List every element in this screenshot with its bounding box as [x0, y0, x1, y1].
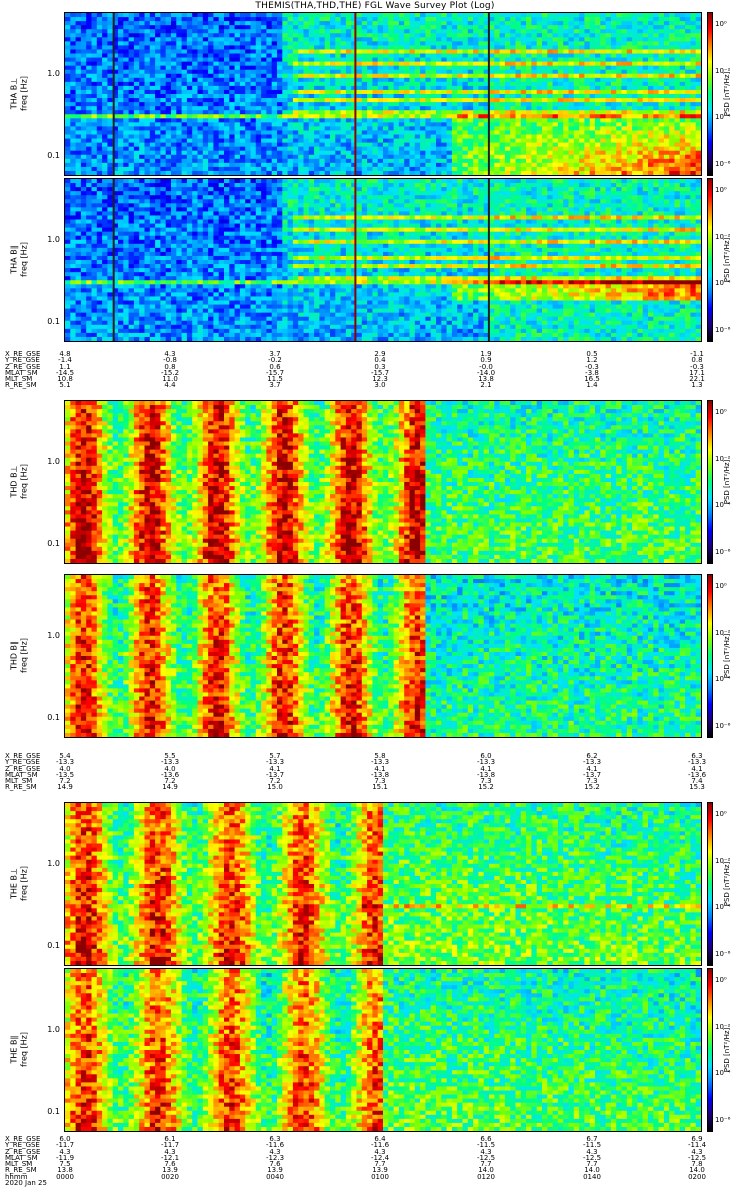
ephemeris-value: 5.1	[59, 382, 70, 389]
spectrogram-image	[64, 12, 702, 176]
colorbar-tick-label: 10⁰	[715, 408, 727, 416]
panel-freq-label: freq [Hz]	[20, 230, 29, 290]
panel-freq-label: freq [Hz]	[20, 626, 29, 686]
ephemeris-row: R_RE_SM 14.9 14.9 15.0 15.1 15.2 15.2 15.3	[0, 784, 750, 791]
freq-tick-label: 0.1	[30, 713, 60, 722]
ephemeris-value: 3.0	[374, 382, 385, 389]
colorbar	[707, 968, 713, 1132]
panel-sat-label: THD B∥	[10, 626, 19, 686]
freq-tick-label: 0.1	[30, 1107, 60, 1116]
ephemeris-block-2: X_RE_GSE 5.4 5.5 5.7 5.8 6.0 6.2 6.3 Y_RE_GSE -13…	[0, 752, 750, 791]
spectrogram-image	[64, 400, 702, 564]
colorbar-label: PSD [nT²/Hz]	[723, 616, 731, 696]
ephemeris-value: 14.9	[162, 784, 178, 791]
colorbar-tick-label: 10⁻⁶	[715, 326, 730, 334]
colorbar-label: PSD [nT²/Hz]	[723, 1010, 731, 1090]
ephemeris-row-name: R_RE_SM	[5, 382, 37, 389]
panel-sat-label: THD B⊥	[10, 452, 19, 512]
panel-freq-label: freq [Hz]	[20, 1020, 29, 1080]
ephemeris-value: 4.4	[164, 382, 175, 389]
colorbar-tick-label: 10⁻⁶	[715, 722, 730, 730]
ephemeris-block-3: X_RE_GSE 6.0 6.1 6.3 6.4 6.6 6.7 6.9 Y_RE_GSE -11…	[0, 1135, 750, 1186]
ephemeris-value: 15.0	[267, 784, 283, 791]
ephemeris-value: 2.1	[480, 382, 491, 389]
panel-freq-label: freq [Hz]	[20, 854, 29, 914]
freq-tick-label: 1.0	[30, 235, 60, 244]
panel-sat-label: THA B⊥	[10, 64, 19, 124]
ephemeris-value: 15.2	[478, 784, 494, 791]
ephemeris-value: 15.2	[584, 784, 600, 791]
ephemeris-value: 14.9	[57, 784, 73, 791]
spectrogram-image	[64, 178, 702, 342]
spectrogram-image	[64, 574, 702, 738]
ephemeris-row: 2020 Jan 25	[0, 1179, 750, 1186]
colorbar	[707, 178, 713, 342]
colorbar-tick-label: 10⁰	[715, 186, 727, 194]
ephemeris-value: 3.7	[269, 382, 280, 389]
freq-tick-label: 0.1	[30, 941, 60, 950]
ephemeris-value: 15.3	[689, 784, 705, 791]
ephemeris-row: R_RE_SM 5.1 4.4 3.7 3.0 2.1 1.4 1.3	[0, 382, 750, 389]
freq-tick-label: 0.1	[30, 151, 60, 160]
colorbar-tick-label: 10⁰	[715, 582, 727, 590]
plot-title: THEMIS(THA,THD,THE) FGL Wave Survey Plot…	[0, 1, 750, 11]
ephemeris-value: 1.3	[691, 382, 702, 389]
panel-freq-label: freq [Hz]	[20, 64, 29, 124]
colorbar-tick-label: 10⁻⁶	[715, 160, 730, 168]
panel-sat-label: THE B∥	[10, 1020, 19, 1080]
freq-tick-label: 1.0	[30, 69, 60, 78]
colorbar	[707, 574, 713, 738]
colorbar-tick-label: 10⁻⁶	[715, 950, 730, 958]
freq-tick-label: 0.1	[30, 317, 60, 326]
colorbar	[707, 12, 713, 176]
freq-tick-label: 1.0	[30, 457, 60, 466]
spectrogram-image	[64, 968, 702, 1132]
ephemeris-row-name: R_RE_SM	[5, 784, 37, 791]
colorbar-label: PSD [nT²/Hz]	[723, 844, 731, 924]
colorbar-tick-label: 10⁻⁶	[715, 1116, 730, 1124]
colorbar-tick-label: 10⁰	[715, 20, 727, 28]
colorbar	[707, 802, 713, 966]
colorbar-tick-label: 10⁰	[715, 810, 727, 818]
freq-tick-label: 1.0	[30, 859, 60, 868]
freq-tick-label: 1.0	[30, 631, 60, 640]
ephemeris-row-name: 2020 Jan 25	[5, 1179, 47, 1186]
colorbar-tick-label: 10⁰	[715, 976, 727, 984]
colorbar-tick-label: 10⁻⁶	[715, 548, 730, 556]
ephemeris-value: 15.1	[372, 784, 388, 791]
panel-sat-label: THA B∥	[10, 230, 19, 290]
panel-freq-label: freq [Hz]	[20, 452, 29, 512]
ephemeris-value: 1.4	[586, 382, 597, 389]
panel-sat-label: THE B⊥	[10, 854, 19, 914]
colorbar-label: PSD [nT²/Hz]	[723, 442, 731, 522]
freq-tick-label: 1.0	[30, 1025, 60, 1034]
spectrogram-image	[64, 802, 702, 966]
colorbar	[707, 400, 713, 564]
freq-tick-label: 0.1	[30, 539, 60, 548]
ephemeris-block-1: X_RE_GSE 4.8 4.3 3.7 2.9 1.9 0.5 -1.1 Y_RE_GSE -1…	[0, 350, 750, 389]
colorbar-label: PSD [nT²/Hz]	[723, 54, 731, 134]
colorbar-label: PSD [nT²/Hz]	[723, 220, 731, 300]
